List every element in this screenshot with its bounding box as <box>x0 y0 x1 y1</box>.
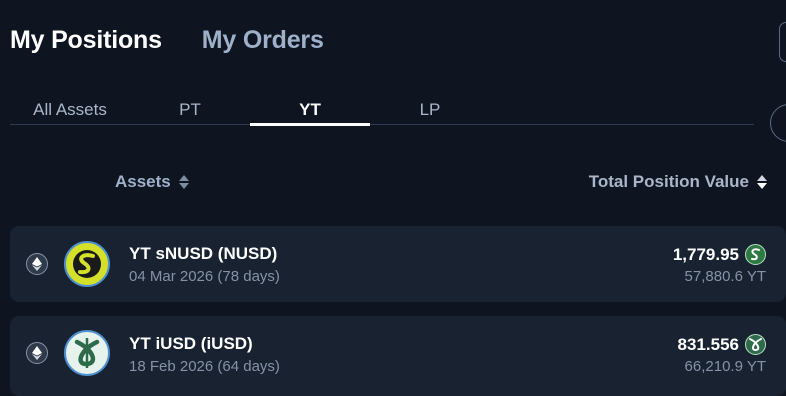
snusd-token-icon <box>64 241 110 287</box>
position-value-amount: 831.556 <box>677 334 739 354</box>
position-value: 1,779.95 <box>673 244 766 265</box>
ethereum-icon <box>26 253 48 275</box>
tab-my-orders[interactable]: My Orders <box>202 26 324 55</box>
position-value-amount: 1,779.95 <box>672 244 739 264</box>
snusd-token-icon <box>745 244 766 265</box>
tab-pt[interactable]: PT <box>130 96 250 124</box>
position-tabs: My Positions My Orders <box>10 26 364 55</box>
position-row[interactable]: YT iUSD (iUSD) 18 Feb 2026 (64 days) 831… <box>10 316 786 396</box>
assets-column-header[interactable]: Assets <box>115 172 189 192</box>
position-value: 831.556 <box>678 334 766 355</box>
sort-icon <box>178 175 189 189</box>
position-token-amount: 66,210.9 YT <box>684 358 766 375</box>
tab-lp[interactable]: LP <box>370 96 490 124</box>
asset-type-tabs: All Assets PT YT LP <box>10 96 754 126</box>
total-value-column-label: Total Position Value <box>588 172 749 191</box>
asset-name: YT sNUSD (NUSD) <box>129 244 278 263</box>
filter-toggle-button[interactable] <box>770 104 786 142</box>
total-value-column-header[interactable]: Total Position Value <box>589 172 767 192</box>
tab-my-positions[interactable]: My Positions <box>10 26 162 55</box>
position-row[interactable]: YT sNUSD (NUSD) 04 Mar 2026 (78 days) 1,… <box>10 226 786 302</box>
sort-icon <box>757 175 767 189</box>
iusd-token-icon <box>64 330 110 376</box>
header-action-button[interactable] <box>779 22 786 62</box>
ethereum-icon <box>26 342 48 364</box>
iusd-token-icon <box>745 334 766 355</box>
asset-name: YT iUSD (iUSD) <box>129 334 253 353</box>
asset-maturity-date: 18 Feb 2026 (64 days) <box>129 358 280 375</box>
tab-yt[interactable]: YT <box>250 96 370 126</box>
assets-column-label: Assets <box>115 172 171 191</box>
position-token-amount: 57,880.6 YT <box>684 268 766 285</box>
asset-maturity-date: 04 Mar 2026 (78 days) <box>129 268 280 285</box>
tab-all-assets[interactable]: All Assets <box>10 96 130 124</box>
